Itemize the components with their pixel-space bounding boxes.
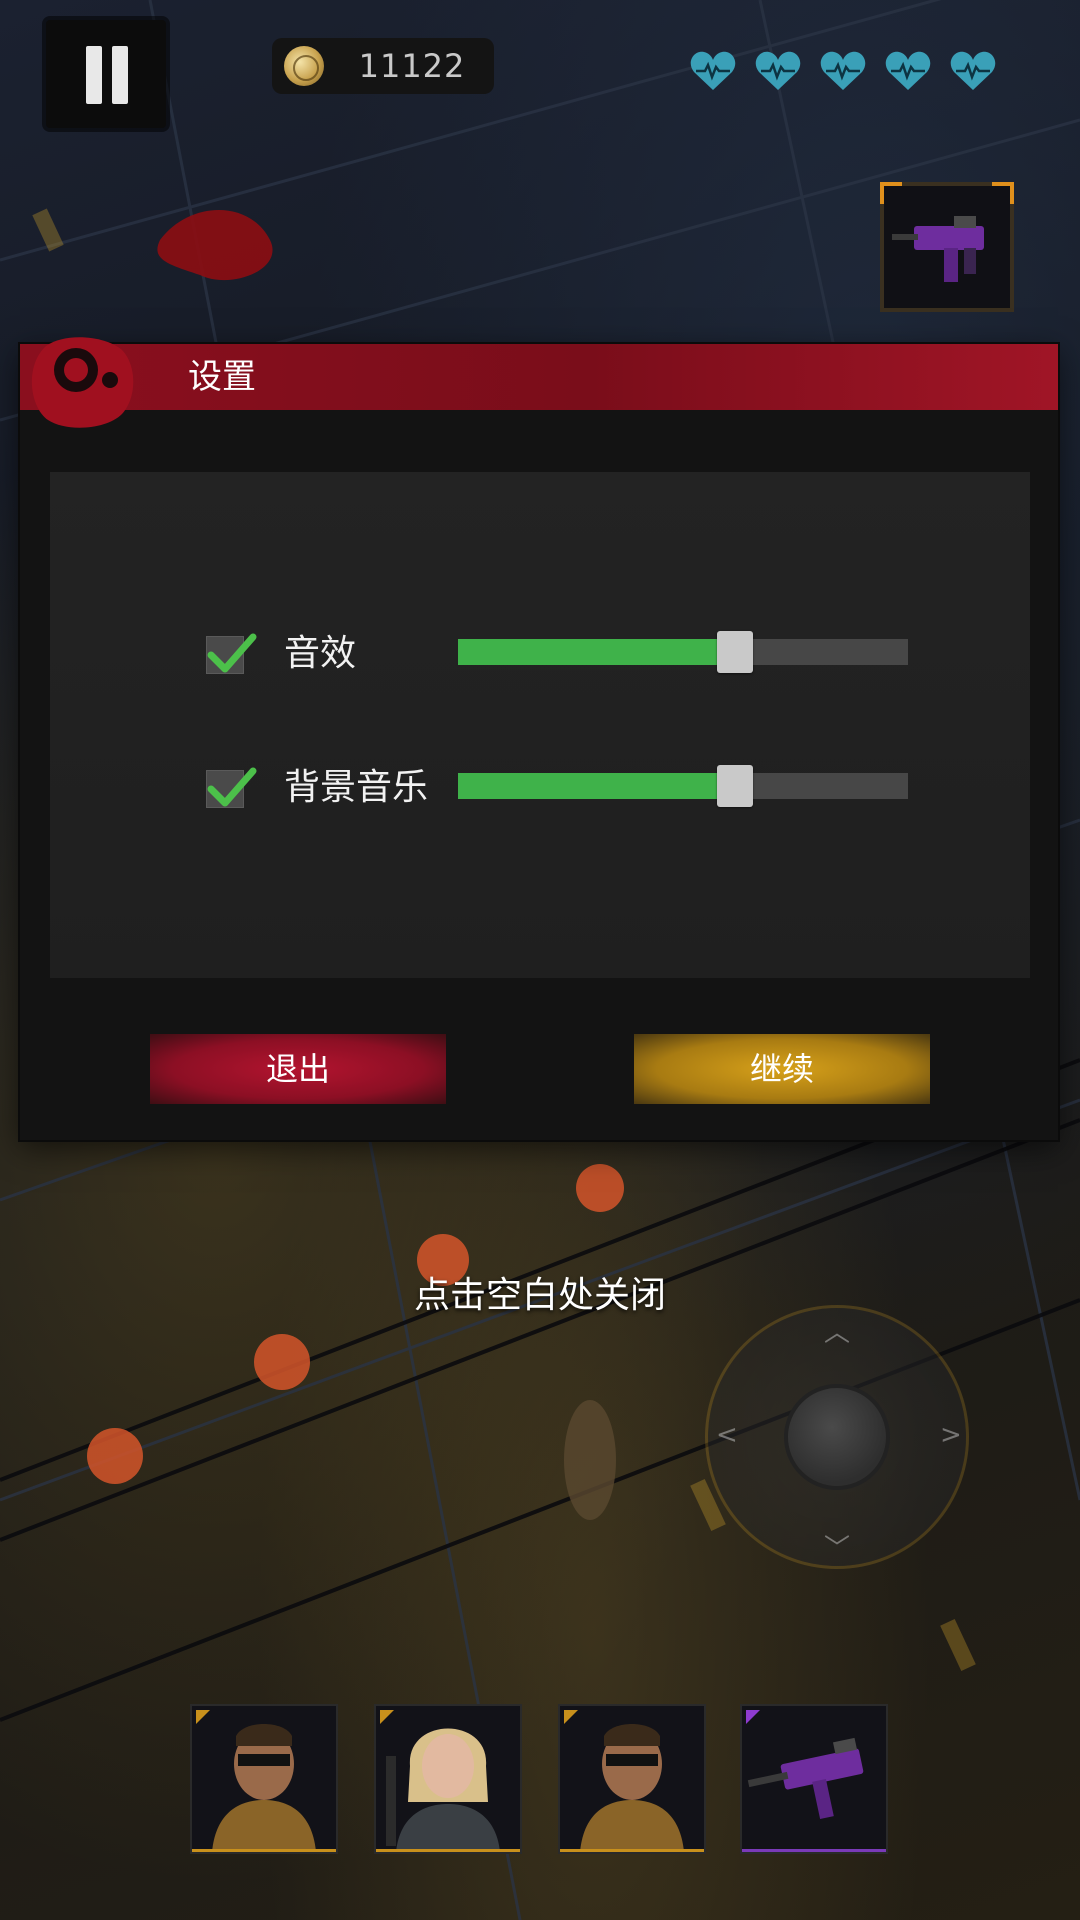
exit-button[interactable]: 退出: [150, 1034, 446, 1104]
arrow-left-icon: <: [716, 1420, 738, 1450]
joystick-knob[interactable]: [788, 1388, 886, 1486]
background-music-label: 背景音乐: [284, 767, 429, 808]
dialog-title: 设置: [188, 357, 256, 397]
heart-icon: [885, 51, 931, 90]
close-hint: 点击空白处关闭: [413, 1275, 666, 1316]
background-music-checkbox[interactable]: [206, 767, 257, 808]
male-soldier-portrait[interactable]: [558, 1704, 706, 1854]
slider-knob[interactable]: [717, 765, 753, 807]
coin-value: 11122: [358, 47, 466, 85]
heart-icon: [820, 51, 866, 90]
arrow-up-icon: ︿: [824, 1318, 851, 1348]
pause-button[interactable]: [46, 20, 166, 128]
arrow-down-icon: ﹀: [824, 1534, 851, 1564]
male-soldier-portrait[interactable]: [190, 1704, 338, 1854]
sound-effects-checkbox[interactable]: [206, 633, 257, 674]
coin-counter: 11122: [272, 38, 494, 94]
arrow-right-icon: >: [940, 1420, 962, 1450]
slider-knob[interactable]: [717, 631, 753, 673]
checkmark-icon: [207, 767, 257, 807]
heart-icon: [690, 51, 736, 90]
dialog-header: 设置: [20, 337, 1058, 428]
female-soldier-portrait[interactable]: [374, 1704, 522, 1854]
pause-icon: [86, 46, 102, 104]
gear-icon: [31, 337, 134, 428]
coin-icon: [284, 46, 324, 86]
health-hearts: [688, 46, 998, 96]
equipped-weapon-slot[interactable]: [880, 182, 1014, 312]
heart-icon: [755, 51, 801, 90]
background-music-slider[interactable]: [458, 765, 908, 807]
slider-fill: [458, 773, 719, 799]
checkmark-icon: [207, 633, 257, 673]
sound-effects-row: 音效: [50, 624, 1030, 684]
continue-button[interactable]: 继续: [634, 1034, 930, 1104]
settings-panel: 音效 背景音乐: [50, 472, 1030, 978]
movement-joystick[interactable]: ︿ ﹀ < >: [708, 1308, 966, 1566]
sound-effects-label: 音效: [284, 633, 357, 674]
smg-weapon-portrait[interactable]: [740, 1704, 888, 1854]
background-music-row: 背景音乐: [50, 758, 1030, 818]
sound-effects-slider[interactable]: [458, 631, 908, 673]
slider-fill: [458, 639, 719, 665]
settings-dialog: 设置 音效 背景音乐 退出 继续: [20, 337, 1058, 1140]
smg-icon: [892, 216, 984, 282]
heart-icon: [950, 51, 996, 90]
